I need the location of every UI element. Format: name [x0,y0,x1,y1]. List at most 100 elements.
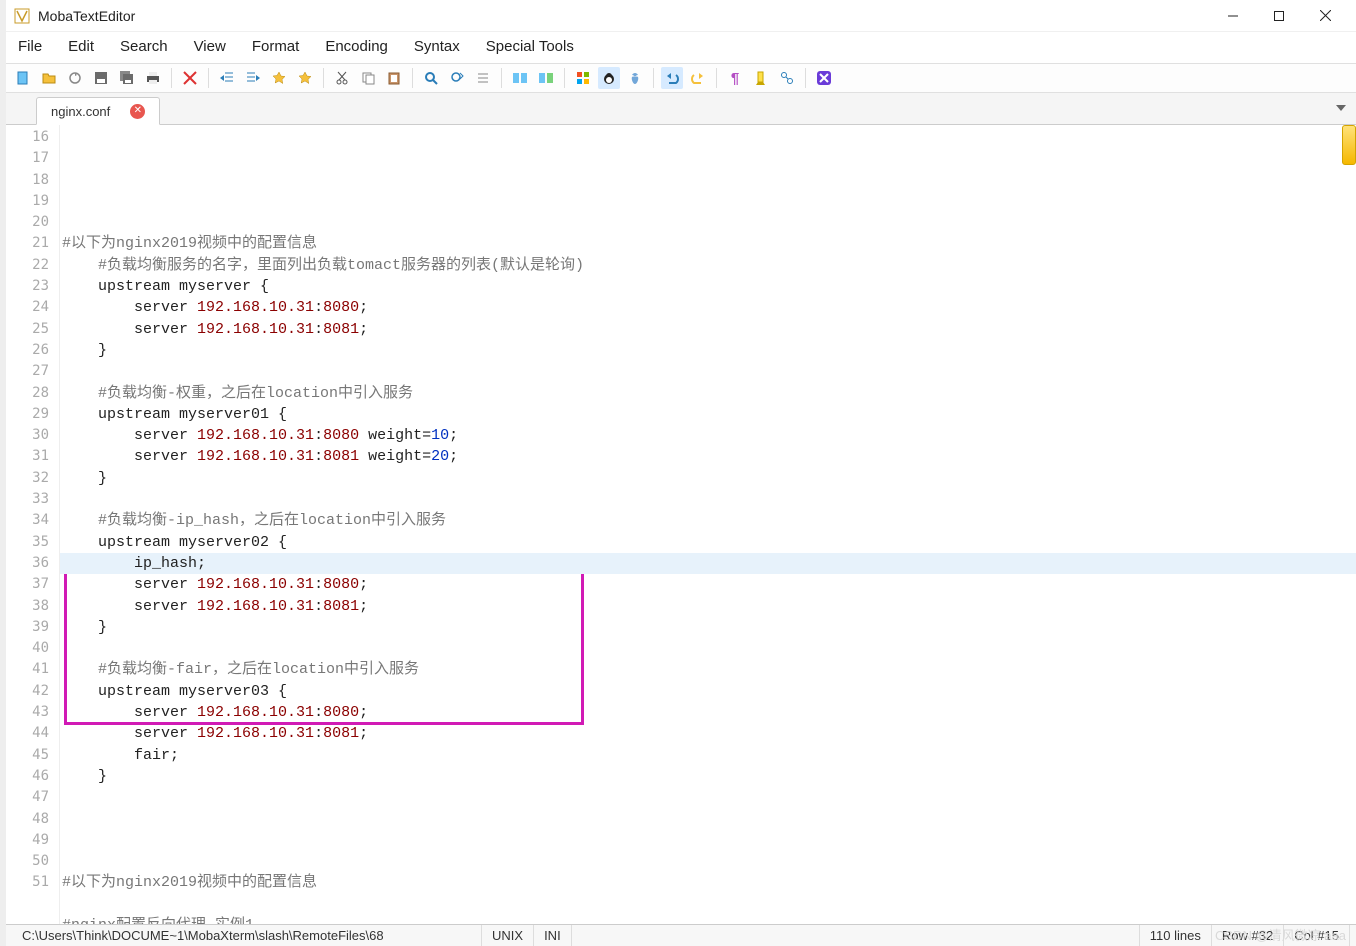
code-line[interactable]: #负载均衡-权重，之后在location中引入服务 [60,383,1356,404]
separator [716,68,717,88]
code-line[interactable]: server 192.168.10.31:8080 weight=10; [60,425,1356,446]
title-bar: MobaTextEditor [6,0,1356,32]
exit-icon[interactable] [813,67,835,89]
code-line[interactable]: #负载均衡-ip_hash，之后在location中引入服务 [60,510,1356,531]
code-line[interactable]: } [60,617,1356,638]
pilcrow-icon[interactable]: ¶ [724,67,746,89]
code-line[interactable]: server 192.168.10.31:8080; [60,574,1356,595]
code-line[interactable]: ip_hash; [60,553,1356,574]
separator [412,68,413,88]
tabs-dropdown-icon[interactable] [1332,99,1350,117]
print-icon[interactable] [142,67,164,89]
separator [805,68,806,88]
windows-icon[interactable] [572,67,594,89]
status-lang: INI [534,925,572,946]
linux-icon[interactable] [598,67,620,89]
save-all-icon[interactable] [116,67,138,89]
code-line[interactable] [60,489,1356,510]
new-file-icon[interactable] [12,67,34,89]
code-line[interactable]: server 192.168.10.31:8081 weight=20; [60,446,1356,467]
reload-icon[interactable] [64,67,86,89]
separator [323,68,324,88]
cut-icon[interactable] [331,67,353,89]
save-icon[interactable] [90,67,112,89]
code-line[interactable] [60,809,1356,830]
menu-edit[interactable]: Edit [68,38,94,55]
tab-label: nginx.conf [51,104,110,119]
app-icon [14,8,30,24]
editor-area: 1617181920212223242526272829303132333435… [6,125,1356,924]
status-bar: C:\Users\Think\DOCUME~1\MobaXterm\slash\… [6,924,1356,946]
code-line[interactable]: upstream myserver02 { [60,532,1356,553]
replace-icon[interactable] [446,67,468,89]
code-line[interactable]: upstream myserver03 { [60,681,1356,702]
menu-special[interactable]: Special Tools [486,38,574,55]
status-col: Col #15 [1284,925,1350,946]
status-row: Row #32 [1212,925,1284,946]
code-line[interactable]: upstream myserver01 { [60,404,1356,425]
code-line[interactable] [60,361,1356,382]
copy-icon[interactable] [357,67,379,89]
code-line[interactable]: #以下为nginx2019视频中的配置信息 [60,872,1356,893]
tab-nginx-conf[interactable]: nginx.conf ✕ [36,97,160,125]
undo-icon[interactable] [661,67,683,89]
code-line[interactable]: server 192.168.10.31:8081; [60,319,1356,340]
code-line[interactable] [60,212,1356,233]
redo-icon[interactable] [687,67,709,89]
code-line[interactable]: upstream myserver { [60,276,1356,297]
code-line[interactable] [60,638,1356,659]
code-line[interactable]: #nginx配置反向代理-实例1 [60,915,1356,924]
status-spacer [572,925,1140,946]
compare-icon[interactable] [509,67,531,89]
code-line[interactable]: #负载均衡服务的名字，里面列出负载tomact服务器的列表(默认是轮询) [60,255,1356,276]
code-content[interactable]: #以下为nginx2019视频中的配置信息 #负载均衡服务的名字，里面列出负载t… [60,125,1356,924]
tab-strip: nginx.conf ✕ [6,93,1356,125]
code-line[interactable]: server 192.168.10.31:8080; [60,297,1356,318]
menu-search[interactable]: Search [120,38,168,55]
code-line[interactable] [60,894,1356,915]
apple-icon[interactable] [624,67,646,89]
goto-icon[interactable] [472,67,494,89]
search-icon[interactable] [420,67,442,89]
toolbar: ¶ [6,63,1356,93]
separator [564,68,565,88]
line-gutter: 1617181920212223242526272829303132333435… [6,125,60,924]
diff-icon[interactable] [535,67,557,89]
code-line[interactable]: } [60,468,1356,489]
code-line[interactable]: server 192.168.10.31:8081; [60,596,1356,617]
code-line[interactable]: fair; [60,745,1356,766]
bookmark-next-icon[interactable] [294,67,316,89]
tab-close-icon[interactable]: ✕ [130,104,145,119]
code-line[interactable] [60,851,1356,872]
menu-bar: File Edit Search View Format Encoding Sy… [6,32,1356,63]
status-path: C:\Users\Think\DOCUME~1\MobaXterm\slash\… [12,925,482,946]
outdent-icon[interactable] [216,67,238,89]
code-line[interactable]: #以下为nginx2019视频中的配置信息 [60,233,1356,254]
code-line[interactable]: } [60,340,1356,361]
maximize-button[interactable] [1256,0,1302,32]
vertical-scrollbar-thumb[interactable] [1342,125,1356,165]
paste-icon[interactable] [383,67,405,89]
code-line[interactable]: } [60,766,1356,787]
code-line[interactable]: server 192.168.10.31:8080; [60,702,1356,723]
window-title: MobaTextEditor [38,8,1210,24]
settings-icon[interactable] [776,67,798,89]
close-window-button[interactable] [1302,0,1348,32]
code-line[interactable]: server 192.168.10.31:8081; [60,723,1356,744]
close-icon[interactable] [179,67,201,89]
code-line[interactable]: #负载均衡-fair，之后在location中引入服务 [60,659,1356,680]
menu-encoding[interactable]: Encoding [325,38,388,55]
open-file-icon[interactable] [38,67,60,89]
menu-syntax[interactable]: Syntax [414,38,460,55]
menu-view[interactable]: View [194,38,226,55]
menu-format[interactable]: Format [252,38,300,55]
menu-file[interactable]: File [18,38,42,55]
separator [501,68,502,88]
highlight-icon[interactable] [750,67,772,89]
code-line[interactable] [60,787,1356,808]
code-line[interactable] [60,830,1356,851]
bookmark-icon[interactable] [268,67,290,89]
indent-icon[interactable] [242,67,264,89]
status-lines: 110 lines [1140,925,1212,946]
minimize-button[interactable] [1210,0,1256,32]
